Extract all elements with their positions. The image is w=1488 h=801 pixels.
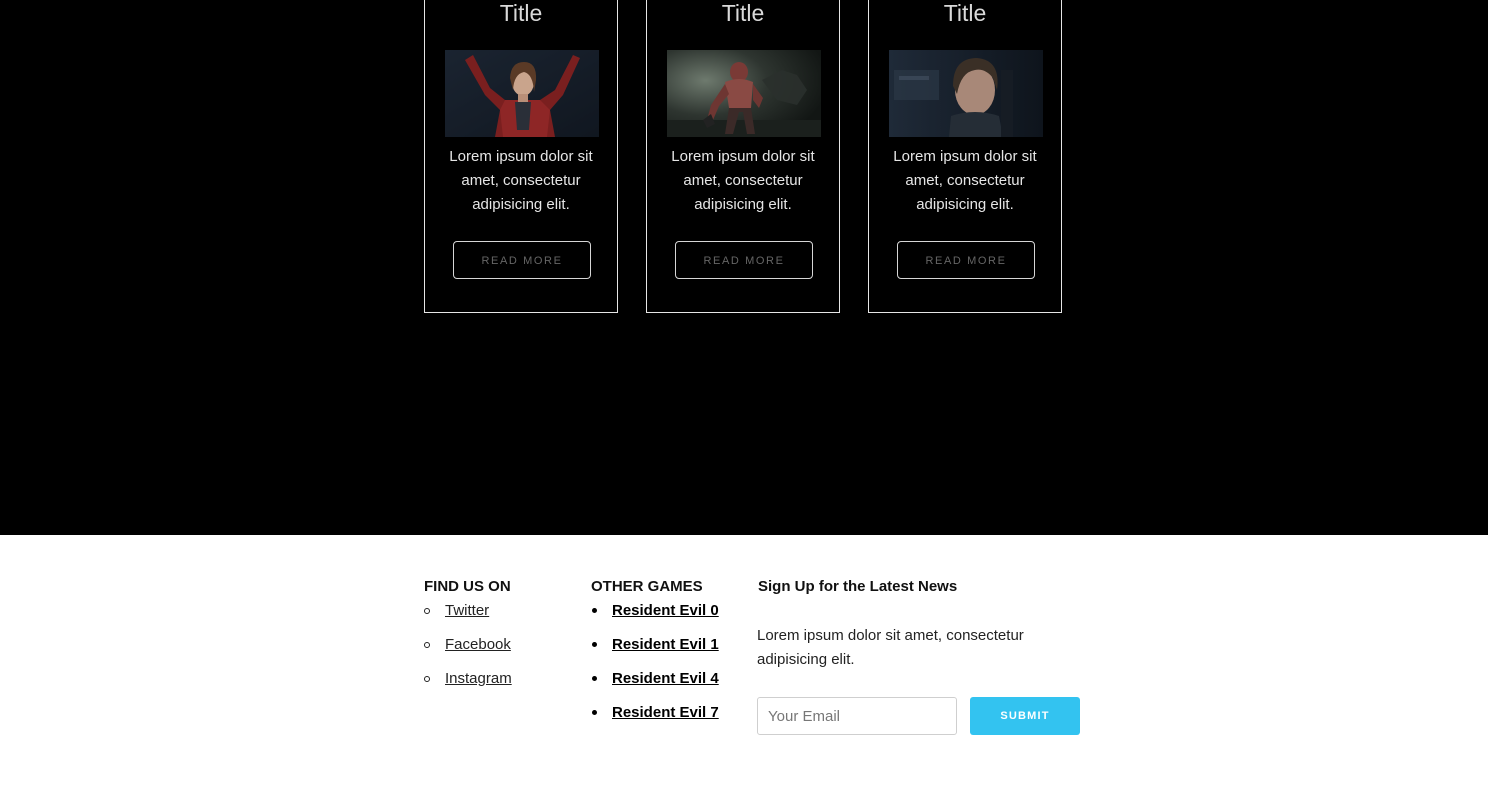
twitter-link[interactable]: Twitter <box>445 602 489 620</box>
card-image <box>889 50 1043 137</box>
game-link-re4[interactable]: Resident Evil 4 <box>612 670 719 688</box>
cards-section: Title Lorem ipsum dolor sit amet, consec… <box>0 0 1488 535</box>
circle-bullet-icon <box>424 608 430 614</box>
card-title: Title <box>721 0 765 26</box>
disc-bullet-icon <box>592 676 597 681</box>
circle-bullet-icon <box>424 642 430 648</box>
card: Title Lorem ipsum dolor sit amet, consec… <box>646 0 840 313</box>
disc-bullet-icon <box>592 710 597 715</box>
signup-heading: Sign Up for the Latest News <box>758 578 958 595</box>
social-heading: FIND US ON <box>424 578 511 595</box>
monster-in-dark-hallway-image <box>667 50 821 137</box>
other-games-heading: OTHER GAMES <box>591 578 703 595</box>
card-image <box>667 50 821 137</box>
card-text: Lorem ipsum dolor sit amet, consectetur … <box>671 148 815 213</box>
card-text: Lorem ipsum dolor sit amet, consectetur … <box>893 148 1037 213</box>
game-link-re1[interactable]: Resident Evil 1 <box>612 636 719 654</box>
woman-in-red-jacket-image <box>445 50 599 137</box>
man-portrait-dark-image <box>889 50 1043 137</box>
card-title: Title <box>499 0 543 26</box>
game-link-re0[interactable]: Resident Evil 0 <box>612 602 719 620</box>
card: Title Lorem ipsum dolor sit amet, consec… <box>868 0 1062 313</box>
circle-bullet-icon <box>424 676 430 682</box>
facebook-link[interactable]: Facebook <box>445 636 511 654</box>
card-image <box>445 50 599 137</box>
read-more-button[interactable]: READ MORE <box>675 241 813 279</box>
signup-text: Lorem ipsum dolor sit amet, consectetur … <box>757 627 1024 668</box>
submit-button[interactable]: SUBMIT <box>970 697 1080 735</box>
disc-bullet-icon <box>592 642 597 647</box>
card: Title Lorem ipsum dolor sit amet, consec… <box>424 0 618 313</box>
card-text: Lorem ipsum dolor sit amet, consectetur … <box>449 148 593 213</box>
read-more-button[interactable]: READ MORE <box>897 241 1035 279</box>
read-more-button[interactable]: READ MORE <box>453 241 591 279</box>
game-link-re7[interactable]: Resident Evil 7 <box>612 704 719 722</box>
disc-bullet-icon <box>592 608 597 613</box>
card-title: Title <box>943 0 987 26</box>
email-field[interactable] <box>757 697 957 735</box>
instagram-link[interactable]: Instagram <box>445 670 512 688</box>
